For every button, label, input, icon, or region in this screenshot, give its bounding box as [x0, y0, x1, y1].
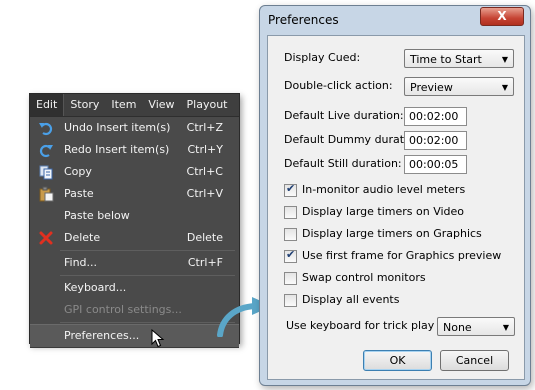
double-click-action-label: Double-click action: — [284, 79, 393, 92]
live-duration-label: Default Live duration: — [284, 109, 404, 122]
menubar-story[interactable]: Story — [64, 94, 105, 116]
edit-menu: Edit Story Item View Playout Undo Insert… — [29, 93, 240, 348]
dialog-title: Preferences — [268, 13, 339, 27]
dialog-titlebar[interactable]: Preferences X — [260, 6, 530, 32]
double-click-action-select[interactable]: Preview ▼ — [404, 77, 514, 96]
menubar-item[interactable]: Item — [105, 94, 142, 116]
menu-item-shortcut: Ctrl+Z — [186, 121, 223, 134]
still-duration-field[interactable]: 00:00:05 — [404, 155, 467, 174]
checkbox-box — [284, 228, 297, 241]
delete-icon — [39, 231, 53, 245]
checkbox-box — [284, 272, 297, 285]
menu-item-label: Find... — [64, 256, 98, 269]
checkbox-label: In-monitor audio level meters — [302, 183, 466, 196]
undo-icon — [39, 122, 53, 136]
dummy-duration-field[interactable]: 00:02:00 — [404, 131, 467, 150]
chevron-down-icon: ▼ — [501, 83, 508, 92]
checkbox-label: Display all events — [302, 293, 400, 306]
menu-separator — [60, 250, 235, 251]
checkbox-box — [284, 206, 297, 219]
menu-list: Undo Insert item(s) Ctrl+Z Redo Insert i… — [30, 117, 239, 348]
checkbox-label: Swap control monitors — [302, 271, 426, 284]
cancel-button[interactable]: Cancel — [440, 350, 509, 371]
menu-item-shortcut: Ctrl+V — [186, 187, 223, 200]
still-duration-value: 00:00:05 — [409, 158, 459, 171]
menu-item-label: Paste below — [64, 209, 130, 222]
menu-item-undo[interactable]: Undo Insert item(s) Ctrl+Z — [30, 117, 239, 139]
menu-item-shortcut: Ctrl+Y — [187, 143, 223, 156]
redo-icon — [39, 144, 53, 158]
display-cued-label: Display Cued: — [284, 51, 361, 64]
menu-item-keyboard[interactable]: Keyboard... — [30, 277, 239, 299]
live-duration-value: 00:02:00 — [409, 110, 459, 123]
menu-item-label: Keyboard... — [64, 281, 127, 294]
menu-item-delete[interactable]: Delete Delete — [30, 227, 239, 249]
menu-item-redo[interactable]: Redo Insert item(s) Ctrl+Y — [30, 139, 239, 161]
preferences-dialog: Preferences X Display Cued: Time to Star… — [259, 5, 531, 386]
menu-item-shortcut: Ctrl+C — [186, 165, 223, 178]
menu-item-label: Paste — [64, 187, 94, 200]
menu-item-paste[interactable]: Paste Ctrl+V — [30, 183, 239, 205]
checkbox-label: Use first frame for Graphics preview — [302, 249, 502, 262]
double-click-action-value: Preview — [410, 81, 453, 94]
menubar-playout[interactable]: Playout — [181, 94, 234, 116]
check-icon: ✔ — [286, 248, 296, 261]
chevron-down-icon: ▼ — [501, 55, 508, 64]
chevron-down-icon: ▼ — [502, 323, 509, 332]
menu-item-label: Undo Insert item(s) — [64, 121, 171, 134]
menu-item-shortcut: Delete — [186, 231, 223, 244]
ok-button[interactable]: OK — [363, 350, 432, 371]
copy-icon — [39, 165, 53, 180]
check-icon: ✔ — [286, 182, 296, 195]
checkbox-label: Display large timers on Graphics — [302, 227, 482, 240]
menu-item-label: GPI control settings... — [64, 303, 182, 316]
close-icon: X — [497, 9, 507, 23]
menu-separator — [60, 275, 235, 276]
menu-bar: Edit Story Item View Playout — [30, 94, 239, 117]
menu-item-label: Preferences... — [64, 329, 140, 342]
menu-separator — [60, 322, 235, 323]
trick-play-value: None — [443, 321, 472, 334]
checkbox-label: Display large timers on Video — [302, 205, 465, 218]
checkbox-box — [284, 294, 297, 307]
menu-item-find[interactable]: Find... Ctrl+F — [30, 252, 239, 274]
menu-item-shortcut: Ctrl+F — [187, 256, 223, 269]
live-duration-field[interactable]: 00:02:00 — [404, 107, 467, 126]
dummy-duration-value: 00:02:00 — [409, 134, 459, 147]
menu-item-paste-below[interactable]: Paste below — [30, 205, 239, 227]
menu-item-label: Delete — [64, 231, 101, 244]
dialog-client-area: Display Cued: Time to Start ▼ Double-cli… — [267, 35, 525, 380]
menubar-view[interactable]: View — [142, 94, 180, 116]
display-cued-value: Time to Start — [410, 53, 482, 66]
mouse-cursor-icon — [151, 329, 165, 348]
menu-item-copy[interactable]: Copy Ctrl+C — [30, 161, 239, 183]
checkbox-box: ✔ — [284, 182, 297, 197]
menubar-edit[interactable]: Edit — [30, 94, 65, 116]
paste-icon — [39, 186, 54, 202]
still-duration-label: Default Still duration: — [284, 157, 402, 170]
close-button[interactable]: X — [480, 7, 524, 26]
menu-item-gpi-control-settings: GPI control settings... — [30, 299, 239, 321]
menu-item-label: Redo Insert item(s) — [64, 143, 170, 156]
trick-play-label: Use keyboard for trick play on: — [286, 319, 456, 332]
menu-item-preferences[interactable]: Preferences... — [30, 324, 239, 348]
menu-item-label: Copy — [64, 165, 92, 178]
display-cued-select[interactable]: Time to Start ▼ — [404, 49, 514, 68]
checkbox-box: ✔ — [284, 248, 297, 263]
trick-play-select[interactable]: None ▼ — [437, 317, 515, 336]
